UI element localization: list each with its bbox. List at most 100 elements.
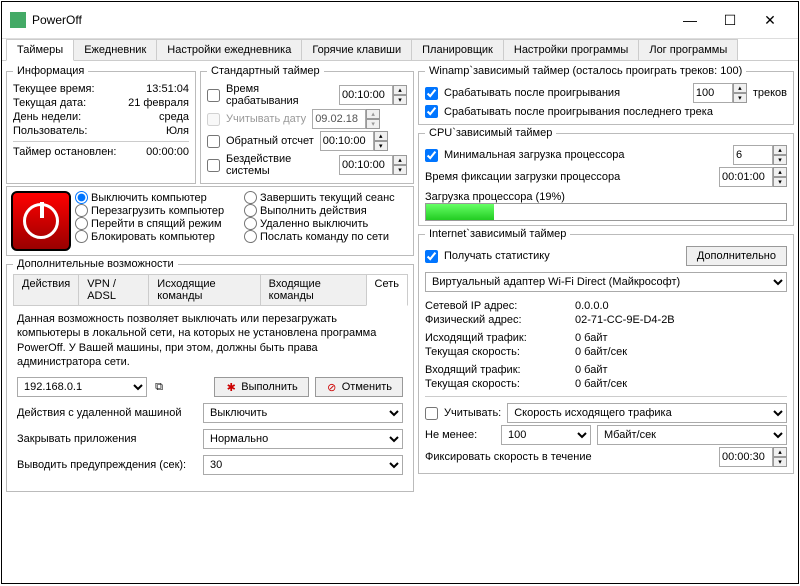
radio-run-actions[interactable] — [244, 204, 257, 217]
consider-select[interactable]: Скорость исходящего трафика — [507, 403, 787, 423]
radio-send-net[interactable] — [244, 230, 257, 243]
net-min-label: Не менее: — [425, 429, 495, 441]
net-min-unit-select[interactable]: Мбайт/сек — [597, 425, 787, 445]
cancel-button[interactable]: ⊘ Отменить — [315, 377, 403, 397]
radio-run-actions-label: Выполнить действия — [260, 205, 367, 217]
stats-checkbox[interactable] — [425, 250, 438, 263]
tracks-input[interactable] — [693, 83, 733, 103]
extra-fieldset: Дополнительные возможности Действия VPN … — [6, 258, 414, 492]
cancel-icon: ⊘ — [326, 381, 338, 393]
subtab-actions[interactable]: Действия — [13, 274, 79, 305]
spin-down-icon[interactable]: ▾ — [374, 141, 388, 151]
trigger-checkbox[interactable] — [207, 89, 220, 102]
remote-action-select[interactable]: Выключить — [203, 403, 403, 423]
cpu-min-checkbox[interactable] — [425, 149, 438, 162]
ip-select[interactable]: 192.168.0.1 — [17, 377, 147, 397]
net-ip-label: Сетевой IP адрес: — [425, 300, 565, 312]
consider-label: Учитывать: — [444, 407, 501, 419]
after-play-checkbox[interactable] — [425, 87, 438, 100]
trigger-input[interactable] — [339, 85, 393, 105]
tab-scheduler[interactable]: Ежедневник — [73, 39, 157, 60]
consider-checkbox[interactable] — [425, 407, 438, 420]
subtab-in-cmd[interactable]: Входящие команды — [260, 274, 367, 305]
cpu-legend: CPU`зависимый таймер — [425, 127, 556, 139]
execute-button[interactable]: ✱ Выполнить — [214, 377, 308, 397]
radio-remote-off[interactable] — [244, 217, 257, 230]
remote-action-label: Действия с удаленной машиной — [17, 407, 197, 419]
radio-lock[interactable] — [75, 230, 88, 243]
spin-down-icon[interactable]: ▾ — [773, 457, 787, 467]
spin-down-icon: ▾ — [366, 119, 380, 129]
idle-checkbox[interactable] — [207, 159, 220, 172]
spin-down-icon[interactable]: ▾ — [733, 93, 747, 103]
spin-down-icon[interactable]: ▾ — [773, 177, 787, 187]
adapter-select[interactable]: Виртуальный адаптер Wi-Fi Direct (Майкро… — [425, 272, 787, 292]
titlebar: PowerOff — ☐ ✕ — [2, 2, 798, 39]
spin-up-icon[interactable]: ▴ — [393, 85, 407, 95]
cpu-fix-input[interactable] — [719, 167, 773, 187]
radio-restart[interactable] — [75, 204, 88, 217]
radio-send-net-label: Послать команду по сети — [260, 231, 389, 243]
radio-remote-off-label: Удаленно выключить — [260, 218, 368, 230]
subtab-vpn[interactable]: VPN / ADSL — [78, 274, 149, 305]
maximize-button[interactable]: ☐ — [710, 8, 750, 32]
spin-up-icon[interactable]: ▴ — [773, 447, 787, 457]
tab-program-settings[interactable]: Настройки программы — [503, 39, 639, 60]
minimize-button[interactable]: — — [670, 8, 710, 32]
tab-hotkeys[interactable]: Горячие клавиши — [301, 39, 412, 60]
cancel-label: Отменить — [342, 381, 392, 393]
std-timer-legend: Стандартный таймер — [207, 65, 324, 77]
radio-sleep-label: Перейти в спящий режим — [91, 218, 222, 230]
winamp-fieldset: Winamp`зависимый таймер (осталось проигр… — [418, 65, 794, 125]
subtab-out-cmd[interactable]: Исходящие команды — [148, 274, 260, 305]
countdown-checkbox[interactable] — [207, 135, 220, 148]
net-mac-label: Физический адрес: — [425, 314, 565, 326]
countdown-input[interactable] — [320, 131, 374, 151]
user-value: Юля — [129, 125, 189, 137]
close-apps-select[interactable]: Нормально — [203, 429, 403, 449]
winamp-legend: Winamp`зависимый таймер (осталось проигр… — [425, 65, 746, 77]
radio-sleep[interactable] — [75, 217, 88, 230]
execute-label: Выполнить — [241, 381, 297, 393]
time-value: 13:51:04 — [129, 83, 189, 95]
warn-label: Выводить предупреждения (сек): — [17, 459, 197, 471]
spin-up-icon[interactable]: ▴ — [733, 83, 747, 93]
trigger-label: Время срабатывания — [226, 83, 333, 107]
power-actions: Выключить компьютер Завершить текущий се… — [6, 186, 414, 256]
extra-legend: Дополнительные возможности — [13, 258, 178, 270]
spin-down-icon[interactable]: ▾ — [393, 165, 407, 175]
net-min-select[interactable]: 100 — [501, 425, 591, 445]
cpu-min-input[interactable] — [733, 145, 773, 165]
spin-up-icon[interactable]: ▴ — [773, 167, 787, 177]
dow-label: День недели: — [13, 111, 125, 123]
spin-down-icon[interactable]: ▾ — [393, 95, 407, 105]
tab-planner[interactable]: Планировщик — [411, 39, 504, 60]
network-desc: Данная возможность позволяет выключать и… — [17, 312, 403, 369]
countdown-label: Обратный отсчет — [226, 135, 314, 147]
time-label: Текущее время: — [13, 83, 125, 95]
spin-up-icon[interactable]: ▴ — [374, 131, 388, 141]
idle-input[interactable] — [339, 155, 393, 175]
spin-up-icon[interactable]: ▴ — [773, 145, 787, 155]
tab-timers[interactable]: Таймеры — [6, 39, 74, 61]
net-ip-value: 0.0.0.0 — [575, 300, 787, 312]
after-last-checkbox[interactable] — [425, 105, 438, 118]
date-label: Текущая дата: — [13, 97, 124, 109]
radio-shutdown[interactable] — [75, 191, 88, 204]
copy-icon[interactable]: ⧉ — [153, 381, 165, 393]
net-fix-input[interactable] — [719, 447, 773, 467]
tab-scheduler-settings[interactable]: Настройки ежедневника — [156, 39, 302, 60]
spin-down-icon[interactable]: ▾ — [773, 155, 787, 165]
tab-log[interactable]: Лог программы — [638, 39, 738, 60]
cpu-fieldset: CPU`зависимый таймер Минимальная загрузк… — [418, 127, 794, 226]
radio-logoff[interactable] — [244, 191, 257, 204]
more-button[interactable]: Дополнительно — [686, 246, 787, 266]
subtab-network[interactable]: Сеть — [366, 274, 408, 306]
close-button[interactable]: ✕ — [750, 8, 790, 32]
execute-icon: ✱ — [225, 381, 237, 393]
out-traf-value: 0 байт — [575, 332, 787, 344]
out-speed-value: 0 байт/сек — [575, 346, 787, 358]
warn-select[interactable]: 30 — [203, 455, 403, 475]
radio-shutdown-label: Выключить компьютер — [91, 192, 207, 204]
spin-up-icon[interactable]: ▴ — [393, 155, 407, 165]
